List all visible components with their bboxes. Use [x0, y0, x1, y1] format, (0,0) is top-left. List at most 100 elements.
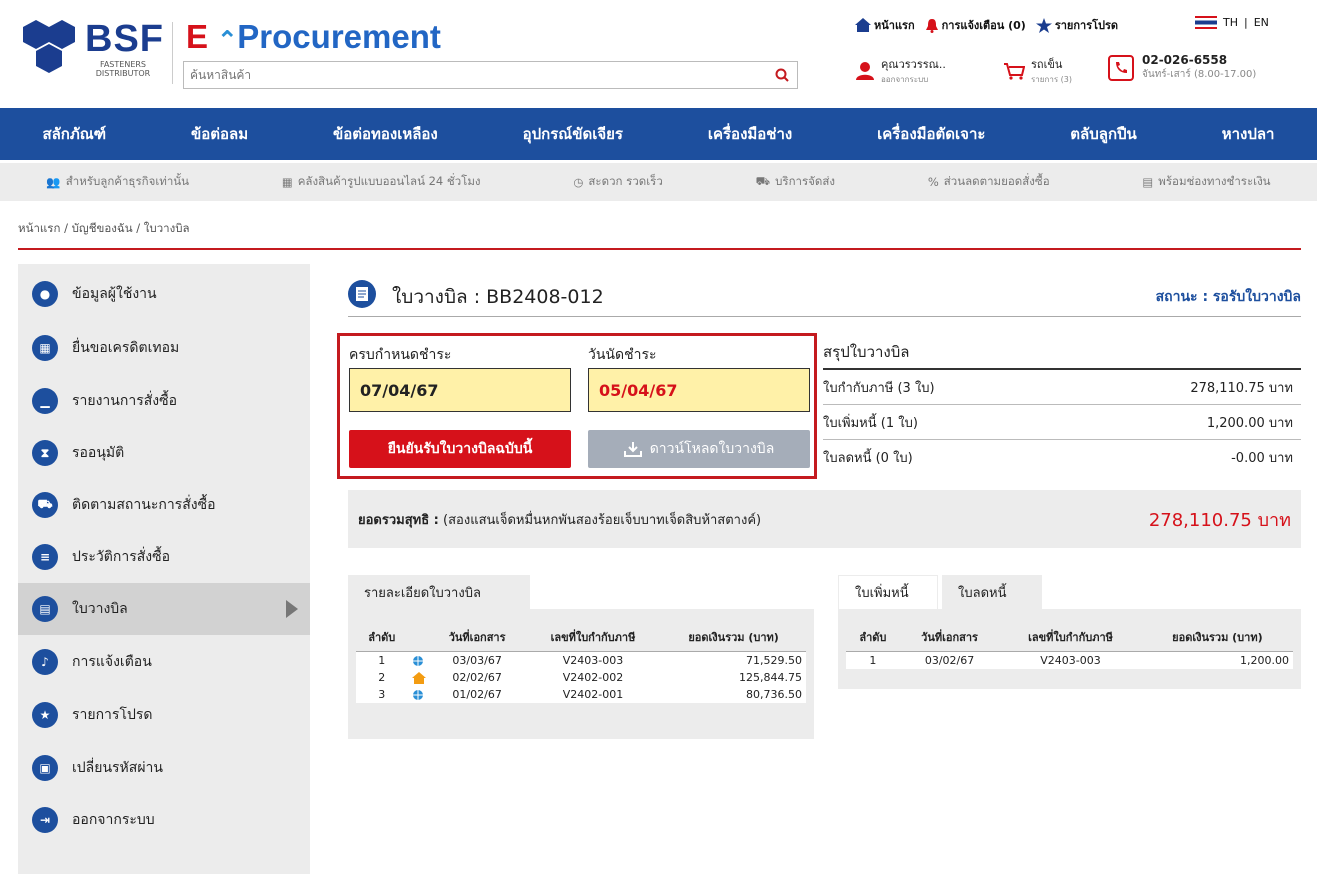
net-total-words: (สองแสนเจ็ดหมื่นหกพันสองร้อยเจ็บบาทเจ็ดส…	[443, 512, 762, 528]
summary-row: ใบกำกับภาษี (3 ใบ) 278,110.75 บาท	[823, 370, 1301, 405]
favorites-link[interactable]: รายการโปรด	[1035, 16, 1118, 34]
truck-icon: ⛟	[32, 492, 58, 518]
brand-logo-text[interactable]: BSF	[85, 18, 164, 61]
sidebar-item-billing[interactable]: ▤ ใบวางบิล	[18, 583, 310, 635]
download-bill-button[interactable]: ดาวน์โหลดใบวางบิล	[588, 430, 810, 468]
nav-fasteners[interactable]: สลักภัณฑ์	[42, 122, 106, 146]
document-icon: ▤	[32, 596, 58, 622]
office-hours: จันทร์-เสาร์ (8.00-17.00)	[1142, 69, 1257, 80]
nav-terminals[interactable]: หางปลา	[1222, 122, 1275, 146]
nav-hand-tools[interactable]: เครื่องมือช่าง	[708, 122, 792, 146]
net-total-label: ยอดรวมสุทธิ :	[358, 512, 439, 528]
table-header: ลำดับ วันที่เอกสาร เลขที่ใบกำกับภาษี ยอดเงิ…	[846, 623, 1293, 652]
bsf-logo-icon[interactable]	[20, 18, 84, 82]
globe-icon	[408, 652, 430, 670]
table-row[interactable]: 1 03/02/67 V2403-003 1,200.00	[846, 652, 1293, 670]
tab-bill-details[interactable]: รายละเอียดใบวางบิล	[348, 575, 530, 609]
download-icon	[623, 441, 642, 457]
sidebar-item-password[interactable]: ▣ เปลี่ยนรหัสผ่าน	[18, 742, 310, 794]
user-account[interactable]: คุณวรวรรณ.. ออกจากระบบ	[855, 55, 946, 86]
bell-icon	[925, 18, 939, 33]
bell-icon: ♪	[32, 649, 58, 675]
net-total-bar: ยอดรวมสุทธิ : (สองแสนเจ็ดหมื่นหกพันสองร้…	[348, 490, 1301, 548]
sidebar-item-favorites[interactable]: ★ รายการโปรด	[18, 689, 310, 741]
bill-details-panel: ลำดับ วันที่เอกสาร เลขที่ใบกำกับภาษี ยอดเงิ…	[348, 609, 814, 739]
calendar-icon: ▦	[32, 335, 58, 361]
table-row[interactable]: 1 03/03/67 V2403-003 71,529.50	[356, 652, 806, 670]
logout-link[interactable]: ออกจากระบบ	[881, 73, 946, 86]
feature-fast: ◷ สะดวก รวดเร็ว	[573, 174, 663, 189]
header-divider	[172, 22, 173, 84]
table-row[interactable]: 3 01/02/67 V2402-001 80,736.50	[356, 686, 806, 703]
truck-icon: ⛟	[755, 174, 771, 188]
user-name: คุณวรวรรณ..	[881, 58, 946, 71]
title-divider	[348, 316, 1301, 317]
sidebar-item-report[interactable]: ▁ รายงานการสั่งซื้อ	[18, 375, 310, 427]
payment-date-field: 05/04/67	[588, 368, 810, 412]
phone-number: 02-026-6558	[1142, 53, 1228, 67]
tab-credit-notes[interactable]: ใบลดหนี้	[942, 575, 1042, 609]
summary-title: สรุปใบวางบิล	[823, 340, 1301, 370]
sidebar-item-profile[interactable]: ● ข้อมูลผู้ใช้งาน	[18, 268, 310, 320]
debit-notes-panel: ลำดับ วันที่เอกสาร เลขที่ใบกำกับภาษี ยอดเงิ…	[838, 609, 1301, 689]
search-icon[interactable]	[775, 68, 789, 82]
user-icon: ●	[32, 281, 58, 307]
lock-icon: ▣	[32, 755, 58, 781]
home-icon	[408, 669, 430, 686]
lang-separator: |	[1244, 16, 1248, 29]
debit-notes-table: ลำดับ วันที่เอกสาร เลขที่ใบกำกับภาษี ยอดเงิ…	[846, 623, 1293, 669]
nav-cutting-tools[interactable]: เครื่องมือตัดเจาะ	[877, 122, 985, 146]
feature-delivery: ⛟ บริการจัดส่ง	[755, 174, 836, 188]
chart-icon: ▁	[32, 388, 58, 414]
payment-icon: ▤	[1142, 175, 1154, 189]
summary-row: ใบเพิ่มหนี้ (1 ใบ) 1,200.00 บาท	[823, 405, 1301, 440]
table-header: ลำดับ วันที่เอกสาร เลขที่ใบกำกับภาษี ยอดเงิ…	[356, 623, 806, 652]
contact-phone[interactable]: 02-026-6558 จันทร์-เสาร์ (8.00-17.00)	[1108, 53, 1256, 82]
table-row[interactable]: 2 02/02/67 V2402-002 125,844.75	[356, 669, 806, 686]
nav-bearings[interactable]: ตลับลูกปืน	[1070, 122, 1137, 146]
sidebar-item-approval[interactable]: ⧗ รออนุมัติ	[18, 427, 310, 479]
feature-business: 👥 สำหรับลูกค้าธุรกิจเท่านั้น	[46, 174, 190, 189]
search-input[interactable]	[184, 62, 797, 88]
search-box[interactable]	[183, 61, 798, 89]
due-date-field: 07/04/67	[349, 368, 571, 412]
sidebar-item-tracking[interactable]: ⛟ ติดตามสถานะการสั่งซื้อ	[18, 479, 310, 531]
star-icon: ★	[32, 702, 58, 728]
home-link[interactable]: หน้าแรก	[855, 16, 915, 34]
nav-pneumatic-fittings[interactable]: ข้อต่อลม	[191, 122, 248, 146]
due-date-label: ครบกำหนดชำระ	[349, 347, 452, 363]
star-icon	[1035, 17, 1052, 33]
breadcrumb[interactable]: หน้าแรก / บัญชีของฉัน / ใบวางบิล	[18, 220, 190, 238]
nav-brass-fittings[interactable]: ข้อต่อทองเหลือง	[333, 122, 438, 146]
bill-details-table: ลำดับ วันที่เอกสาร เลขที่ใบกำกับภาษี ยอดเงิ…	[356, 623, 806, 703]
feature-warehouse: ▦ คลังสินค้ารูปแบบออนไลน์ 24 ชั่วโมง	[281, 174, 481, 189]
sidebar-item-logout[interactable]: ⇥ ออกจากระบบ	[18, 794, 310, 846]
net-total-amount: 278,110.75 บาท	[1148, 509, 1291, 531]
tab-debit-notes[interactable]: ใบเพิ่มหนี้	[838, 575, 938, 609]
page-title: ใบวางบิล : BB2408-012	[392, 286, 604, 308]
divider	[18, 248, 1301, 250]
nav-abrasives[interactable]: อุปกรณ์ขัดเจียร	[523, 122, 623, 146]
category-nav: สลักภัณฑ์ ข้อต่อลม ข้อต่อทองเหลือง อุปกร…	[0, 108, 1317, 160]
lang-en[interactable]: EN	[1254, 16, 1269, 29]
lang-th[interactable]: TH	[1223, 16, 1238, 29]
payment-date-label: วันนัดชำระ	[588, 347, 657, 363]
summary-row: ใบลดหนี้ (0 ใบ) -0.00 บาท	[823, 451, 1293, 466]
feature-payment: ▤ พร้อมช่องทางชำระเงิน	[1142, 174, 1271, 189]
feature-discount: % ส่วนลดตามยอดสั่งซื้อ	[927, 174, 1050, 189]
people-icon: 👥	[46, 175, 61, 189]
sidebar-item-notifications[interactable]: ♪ การแจ้งเตือน	[18, 636, 310, 688]
arrow-right-icon	[286, 600, 298, 618]
sidebar-item-credit[interactable]: ▦ ยื่นขอเครดิตเทอม	[18, 322, 310, 374]
cart[interactable]: รถเข็น รายการ (3)	[1003, 55, 1072, 86]
list-icon: ≡	[32, 544, 58, 570]
feature-bar: 👥 สำหรับลูกค้าธุรกิจเท่านั้น ▦ คลังสินค้าร…	[0, 163, 1317, 201]
thai-flag-icon	[1195, 16, 1217, 29]
account-sidebar: ● ข้อมูลผู้ใช้งาน ▦ ยื่นขอเครดิตเทอม ▁ รายง…	[18, 264, 310, 874]
cart-label: รถเข็น	[1031, 58, 1063, 71]
sidebar-item-history[interactable]: ≡ ประวัติการสั่งซื้อ	[18, 531, 310, 583]
top-links: หน้าแรก การแจ้งเตือน (0) รายการโปรด	[855, 16, 1118, 34]
notification-link[interactable]: การแจ้งเตือน (0)	[925, 16, 1026, 34]
brand-tagline: FASTENERS DISTRIBUTOR	[95, 60, 151, 78]
confirm-bill-button[interactable]: ยืนยันรับใบวางบิลฉบับนี้	[349, 430, 571, 468]
